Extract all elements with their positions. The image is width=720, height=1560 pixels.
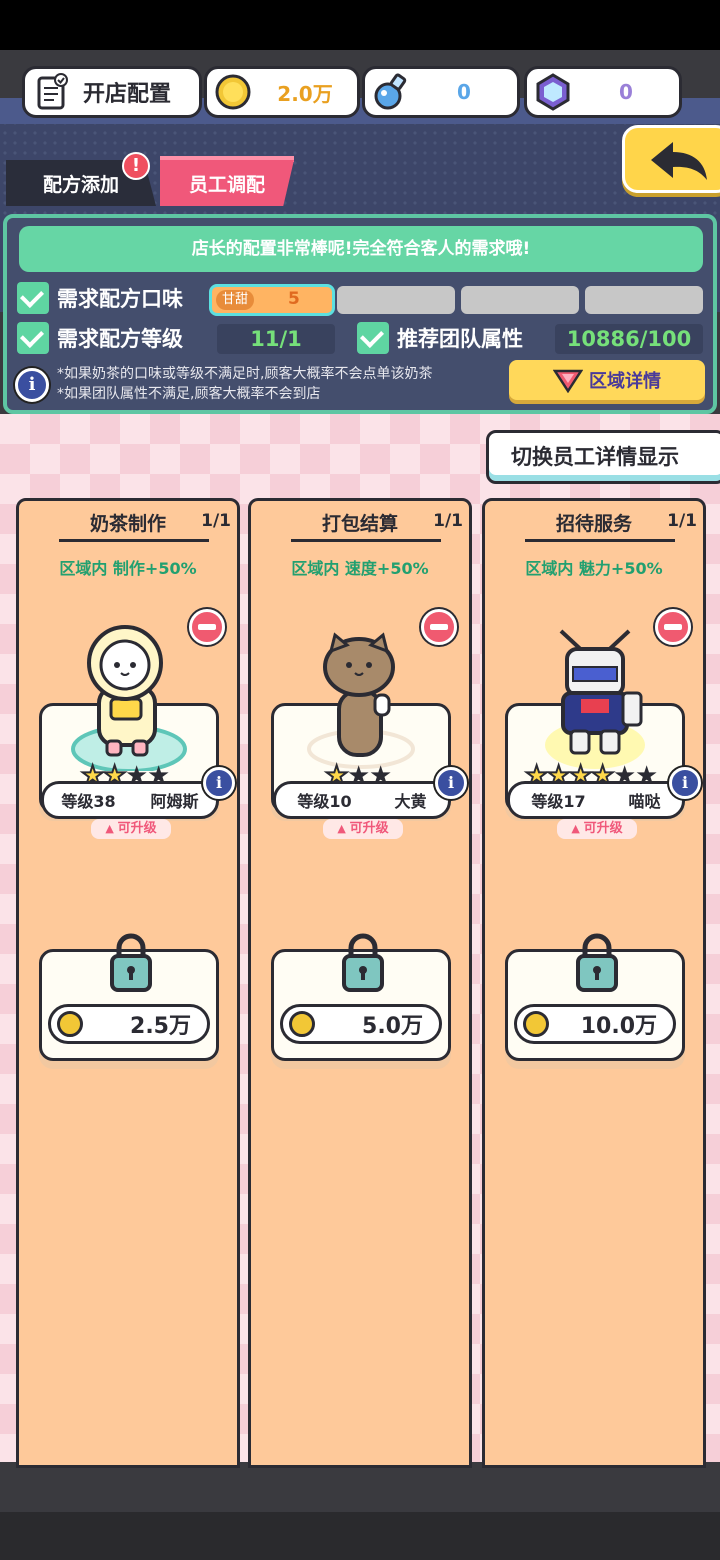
gem-icon bbox=[533, 72, 573, 112]
station-count: 1/1 bbox=[433, 511, 463, 531]
unlock-price-value: 5.0万 bbox=[362, 1014, 423, 1039]
staff-info-icon[interactable]: i bbox=[435, 767, 467, 799]
upgrade-tag[interactable]: 可升级 bbox=[557, 819, 637, 839]
req-level-label: 需求配方等级 bbox=[57, 327, 183, 351]
unlock-price[interactable]: 5.0万 bbox=[280, 1004, 442, 1044]
upgrade-tag[interactable]: 可升级 bbox=[91, 819, 171, 839]
req-level-row: 需求配方等级 bbox=[17, 322, 183, 354]
lock-icon bbox=[576, 933, 618, 992]
back-arrow-icon bbox=[651, 142, 707, 180]
req-taste-row: 需求配方口味 bbox=[17, 282, 183, 314]
staff-info-icon[interactable]: i bbox=[203, 767, 235, 799]
station-column-pack: 打包结算 1/1 区域内 速度+50% ★ ★ ★ 等级10 大黄 i 可升级 … bbox=[248, 498, 472, 1468]
staff-level: 等级17 bbox=[531, 792, 586, 811]
back-button[interactable] bbox=[622, 125, 720, 193]
tab-staff-label: 员工调配 bbox=[188, 173, 265, 196]
unlock-price[interactable]: 2.5万 bbox=[48, 1004, 210, 1044]
staff-name-plate[interactable]: 等级38 阿姆斯 bbox=[41, 781, 219, 819]
station-count: 1/1 bbox=[201, 511, 231, 531]
staff-name: 阿姆斯 bbox=[150, 792, 199, 811]
brown-cat-character[interactable] bbox=[291, 621, 431, 771]
unlock-price-value: 2.5万 bbox=[130, 1014, 191, 1039]
remove-staff-button[interactable] bbox=[655, 609, 691, 645]
astronaut-cat-character[interactable] bbox=[59, 621, 199, 771]
staff-info-icon[interactable]: i bbox=[669, 767, 701, 799]
title-underline bbox=[525, 539, 675, 542]
coin-icon bbox=[523, 1011, 549, 1037]
level-value: 11/1 bbox=[217, 324, 335, 354]
status-banner: 店长的配置非常棒呢!完全符合客人的需求哦! bbox=[19, 226, 703, 272]
lock-icon bbox=[110, 933, 152, 992]
coin-value: 2.0万 bbox=[277, 81, 333, 106]
robot-cat-character[interactable] bbox=[525, 621, 665, 771]
coin-icon bbox=[289, 1011, 315, 1037]
station-column-service: 招待服务 1/1 区域内 魅力+50% ★ ★ ★ ★ ★ ★ 等级17 喵哒 … bbox=[482, 498, 706, 1468]
team-attr-value: 10886/100 bbox=[555, 324, 703, 354]
upgrade-tag[interactable]: 可升级 bbox=[323, 819, 403, 839]
requirements-panel: 店长的配置非常棒呢!完全符合客人的需求哦! 需求配方口味 甘甜 5 需求配方等级… bbox=[3, 214, 717, 414]
unlock-price-value: 10.0万 bbox=[580, 1014, 657, 1039]
shop-config-label: 开店配置 bbox=[83, 82, 172, 107]
taste-tag: 甘甜 bbox=[216, 290, 255, 310]
clipboard-icon bbox=[31, 72, 71, 112]
taste-slot[interactable]: 甘甜 5 bbox=[209, 284, 335, 316]
staff-name-plate[interactable]: 等级10 大黄 bbox=[273, 781, 451, 819]
taste-slot-empty[interactable] bbox=[337, 286, 455, 314]
gem-value: 0 bbox=[619, 80, 633, 104]
staff-name: 喵哒 bbox=[628, 792, 661, 811]
locked-staff-slot[interactable]: 10.0万 bbox=[505, 933, 685, 1061]
notes: *如果奶茶的口味或等级不满足时,顾客大概率不会点单该奶茶 *如果团队属性不满足,… bbox=[57, 364, 432, 404]
note-line: *如果奶茶的口味或等级不满足时,顾客大概率不会点单该奶茶 bbox=[57, 366, 433, 382]
remove-staff-button[interactable] bbox=[421, 609, 457, 645]
check-icon bbox=[17, 282, 49, 314]
potion-value: 0 bbox=[457, 80, 471, 104]
coin-counter[interactable]: 2.0万 bbox=[204, 66, 360, 118]
note-line: *如果团队属性不满足,顾客大概率不会到店 bbox=[57, 386, 321, 402]
gem-marker-icon bbox=[553, 369, 583, 393]
coin-icon bbox=[57, 1011, 83, 1037]
taste-slot-empty[interactable] bbox=[585, 286, 703, 314]
potion-counter[interactable]: 0 bbox=[362, 66, 520, 118]
tab-recipe-label: 配方添加 bbox=[42, 173, 119, 196]
check-icon bbox=[17, 322, 49, 354]
req-taste-label: 需求配方口味 bbox=[57, 287, 183, 311]
info-icon[interactable]: i bbox=[15, 368, 49, 402]
staff-name: 大黄 bbox=[394, 792, 427, 811]
alert-badge: ! bbox=[122, 152, 150, 180]
tab-staff-assign[interactable]: 员工调配 bbox=[160, 160, 294, 206]
taste-value: 5 bbox=[288, 289, 300, 309]
zone-detail-button[interactable]: 区域详情 bbox=[509, 360, 705, 400]
station-column-tea: 奶茶制作 1/1 区域内 制作+50% ★ ★ ★ ★ 等级38 阿姆斯 i 可… bbox=[16, 498, 240, 1468]
lock-icon bbox=[342, 933, 384, 992]
station-count: 1/1 bbox=[667, 511, 697, 531]
gem-counter[interactable]: 0 bbox=[524, 66, 682, 118]
locked-staff-slot[interactable]: 2.5万 bbox=[39, 933, 219, 1061]
team-attr-label: 推荐团队属性 bbox=[397, 327, 523, 351]
title-underline bbox=[291, 539, 441, 542]
title-underline bbox=[59, 539, 209, 542]
remove-staff-button[interactable] bbox=[189, 609, 225, 645]
station-bonus: 区域内 制作+50% bbox=[59, 559, 197, 578]
coin-icon bbox=[213, 72, 253, 112]
team-attr-row: 推荐团队属性 bbox=[357, 322, 523, 354]
navigation-bar bbox=[0, 1512, 720, 1560]
staff-level: 等级38 bbox=[61, 792, 116, 811]
check-icon bbox=[357, 322, 389, 354]
station-bonus: 区域内 速度+50% bbox=[291, 559, 429, 578]
unlock-price[interactable]: 10.0万 bbox=[514, 1004, 676, 1044]
toggle-staff-detail-button[interactable]: 切换员工详情显示 bbox=[486, 430, 720, 484]
status-bar bbox=[0, 0, 720, 50]
taste-slot-empty[interactable] bbox=[461, 286, 579, 314]
zone-detail-label: 区域详情 bbox=[589, 371, 661, 392]
shop-config-button[interactable]: 开店配置 bbox=[22, 66, 202, 118]
locked-staff-slot[interactable]: 5.0万 bbox=[271, 933, 451, 1061]
staff-name-plate[interactable]: 等级17 喵哒 bbox=[507, 781, 685, 819]
station-bonus: 区域内 魅力+50% bbox=[525, 559, 663, 578]
potion-icon bbox=[371, 72, 411, 112]
staff-level: 等级10 bbox=[297, 792, 352, 811]
